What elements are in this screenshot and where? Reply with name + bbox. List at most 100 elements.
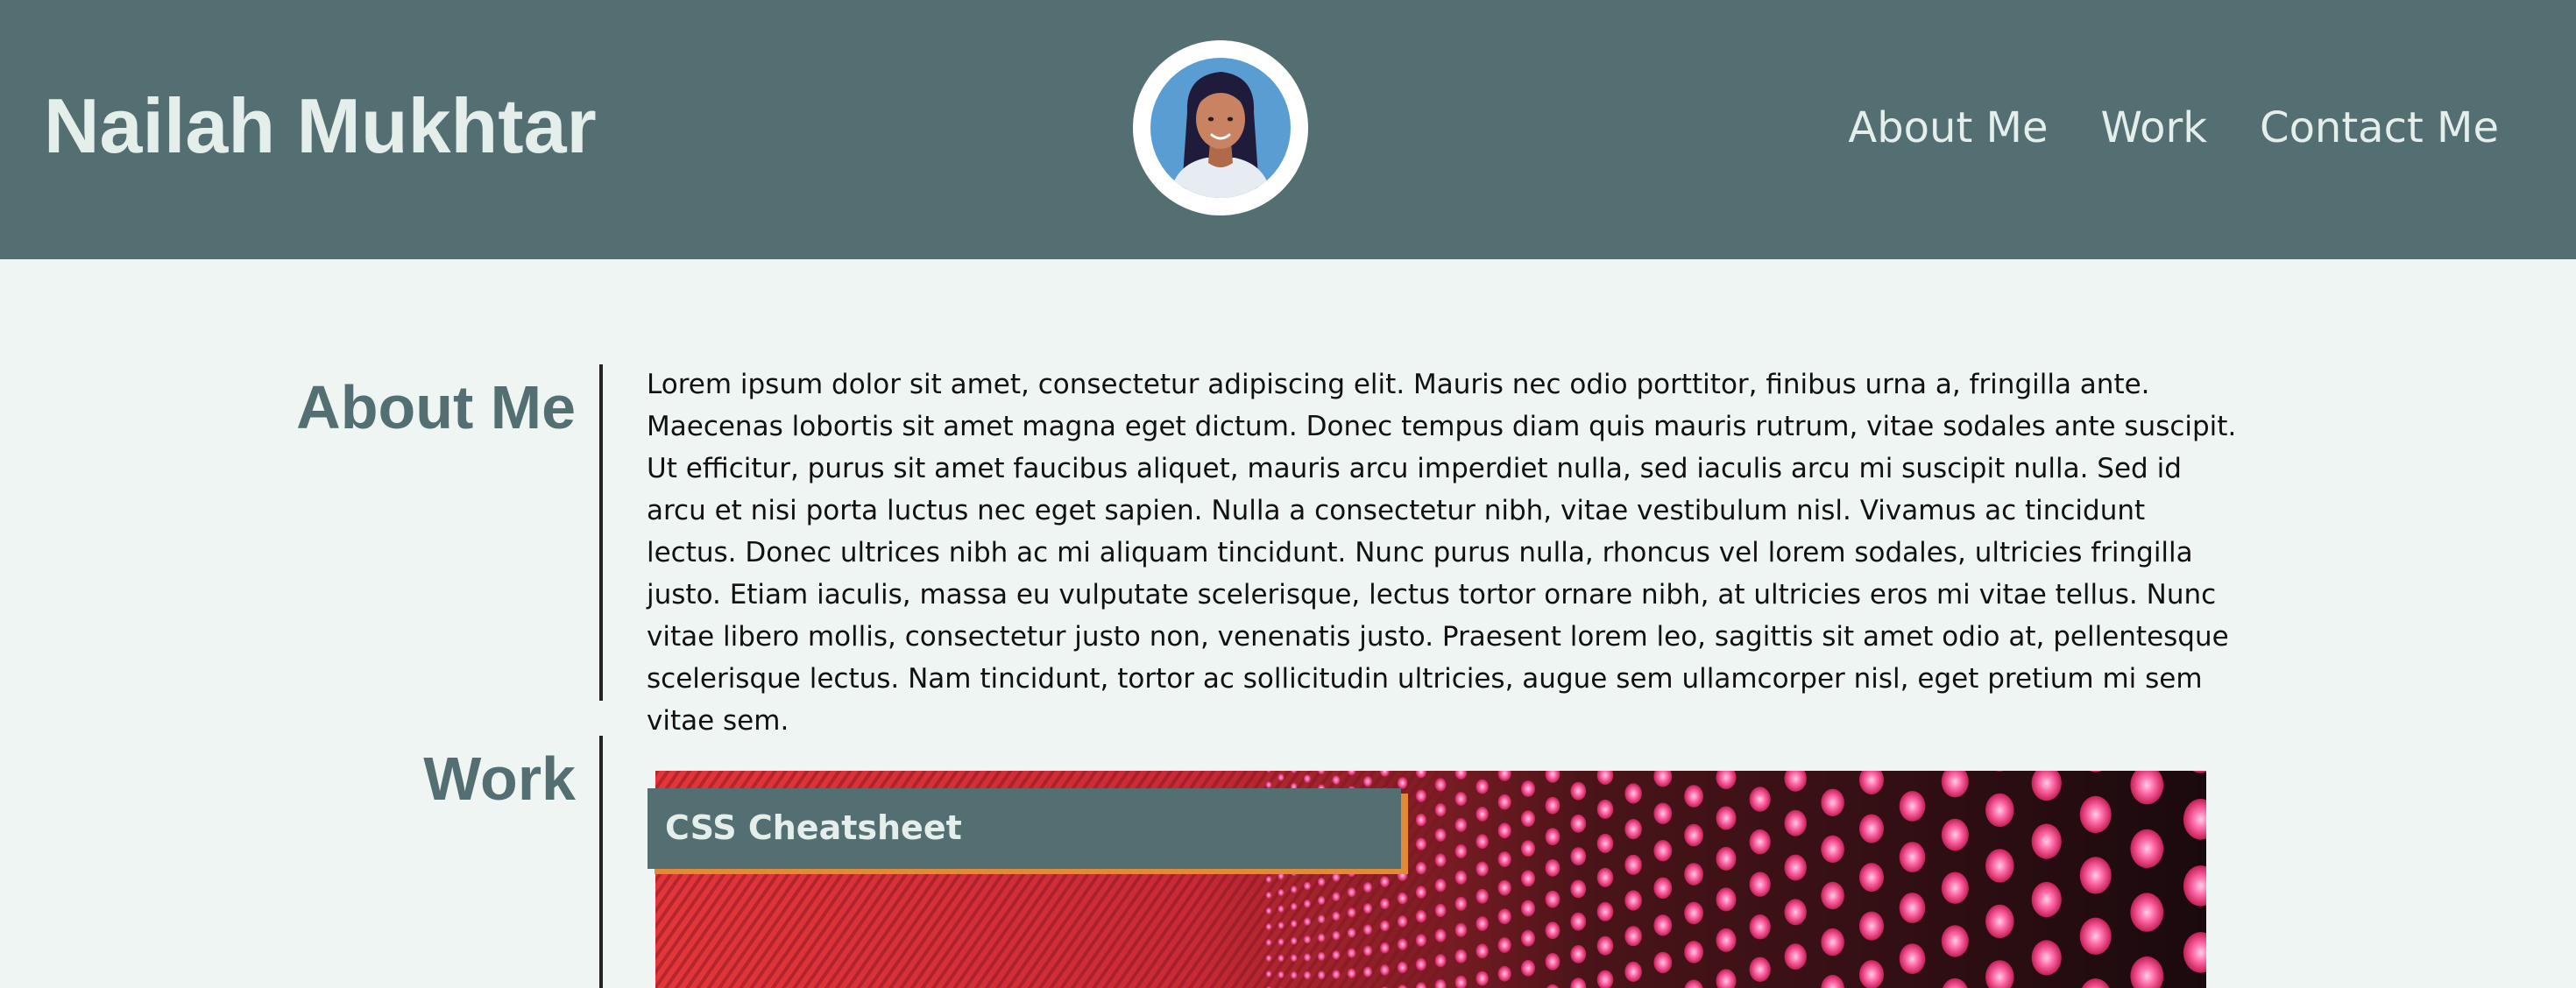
led-dot — [1716, 806, 1737, 830]
led-dot — [1434, 803, 1447, 817]
led-dot — [1380, 876, 1390, 887]
led-dot — [1277, 872, 1284, 880]
led-dot — [1434, 879, 1447, 893]
led-dot — [1941, 818, 1969, 851]
led-dot — [1596, 901, 1614, 921]
led-dot — [2079, 917, 2112, 955]
led-dot — [1545, 890, 1560, 908]
led-dot — [1624, 783, 1642, 804]
led-dot — [1290, 936, 1298, 945]
led-dot — [1899, 943, 1926, 974]
led-dot — [1362, 881, 1373, 893]
led-dot — [1303, 935, 1312, 944]
led-dot — [1985, 904, 2014, 939]
led-dot — [1521, 870, 1535, 887]
led-dot — [1497, 794, 1511, 810]
led-dot — [1624, 854, 1642, 875]
led-dot — [2130, 893, 2164, 932]
led-dot — [1415, 861, 1426, 875]
led-dot — [1684, 785, 1703, 808]
led-dot — [1624, 926, 1642, 947]
led-dot — [1570, 814, 1587, 833]
led-dot — [1434, 903, 1447, 917]
led-dot — [1653, 951, 1673, 974]
project-card-css-cheatsheet[interactable]: CSS Cheatsheet — [648, 788, 1401, 869]
led-dot — [1821, 928, 1844, 956]
led-dot — [1380, 920, 1390, 932]
led-dot — [1362, 903, 1373, 914]
led-dot — [1545, 953, 1560, 970]
led-dot — [1303, 953, 1312, 962]
led-dot — [1821, 881, 1844, 910]
led-dot — [1859, 911, 1884, 941]
led-dot — [1347, 907, 1356, 918]
led-dot — [1716, 928, 1737, 952]
led-dot — [1347, 887, 1356, 898]
led-dot — [1415, 886, 1426, 899]
led-dot — [1545, 828, 1560, 846]
led-dot — [1303, 970, 1312, 980]
led-dot — [1684, 901, 1703, 925]
work-heading: Work — [423, 745, 576, 813]
nav-contact-me[interactable]: Contact Me — [2260, 98, 2499, 158]
led-dot — [1277, 921, 1284, 929]
led-dot — [1749, 787, 1771, 812]
led-dot — [1684, 823, 1703, 847]
led-dot — [1570, 912, 1587, 931]
led-dot — [1265, 876, 1272, 883]
led-dot — [1454, 922, 1468, 937]
led-dot — [1899, 791, 1926, 822]
led-dot — [1684, 941, 1703, 963]
led-dot — [1653, 914, 1673, 936]
led-dot — [1362, 924, 1373, 935]
led-dot — [1434, 954, 1447, 968]
led-dot — [1454, 817, 1468, 832]
led-dot — [1347, 948, 1356, 958]
led-dot — [1476, 779, 1489, 794]
led-dot — [1545, 921, 1560, 940]
led-dot — [1290, 970, 1298, 979]
led-dot — [1497, 851, 1511, 867]
led-dot — [1332, 911, 1341, 921]
led-dot — [1415, 909, 1426, 923]
led-dot — [1653, 802, 1673, 824]
led-dot — [1570, 945, 1587, 963]
led-dot — [1784, 854, 1807, 881]
led-dot — [1317, 933, 1326, 942]
led-dot — [1859, 960, 1884, 988]
led-dot — [1347, 968, 1356, 978]
led-dot — [1277, 905, 1284, 913]
led-dot — [1497, 937, 1511, 953]
led-dot — [1521, 840, 1535, 857]
led-dot — [1317, 914, 1326, 924]
led-dot — [2031, 823, 2062, 859]
led-dot — [1521, 780, 1535, 797]
led-dot — [1332, 970, 1341, 979]
led-dot — [1821, 788, 1844, 816]
led-dot — [1265, 781, 1272, 788]
nav-about-me[interactable]: About Me — [1848, 98, 2048, 158]
led-dot — [1716, 887, 1737, 912]
led-dot — [1380, 942, 1390, 954]
led-dot — [1596, 867, 1614, 887]
led-dot — [1476, 943, 1489, 959]
led-dot — [1362, 966, 1373, 977]
led-dot — [1415, 837, 1426, 850]
led-dot — [1454, 896, 1468, 911]
led-dot — [1454, 949, 1468, 963]
led-dot — [1332, 892, 1341, 902]
about-heading: About Me — [296, 373, 576, 441]
led-dot — [1784, 899, 1807, 926]
led-dot — [1415, 789, 1426, 802]
led-dot — [1290, 920, 1298, 928]
led-dot — [1265, 939, 1272, 946]
led-dot — [1362, 776, 1373, 787]
led-dot — [1624, 961, 1642, 982]
led-dot — [1749, 956, 1771, 982]
work-divider — [599, 736, 603, 988]
about-text: Lorem ipsum dolor sit amet, consectetur … — [647, 369, 2237, 737]
nav-work[interactable]: Work — [2101, 98, 2208, 158]
led-dot — [1570, 847, 1587, 865]
avatar — [1133, 40, 1308, 215]
led-dot — [1985, 849, 2014, 883]
